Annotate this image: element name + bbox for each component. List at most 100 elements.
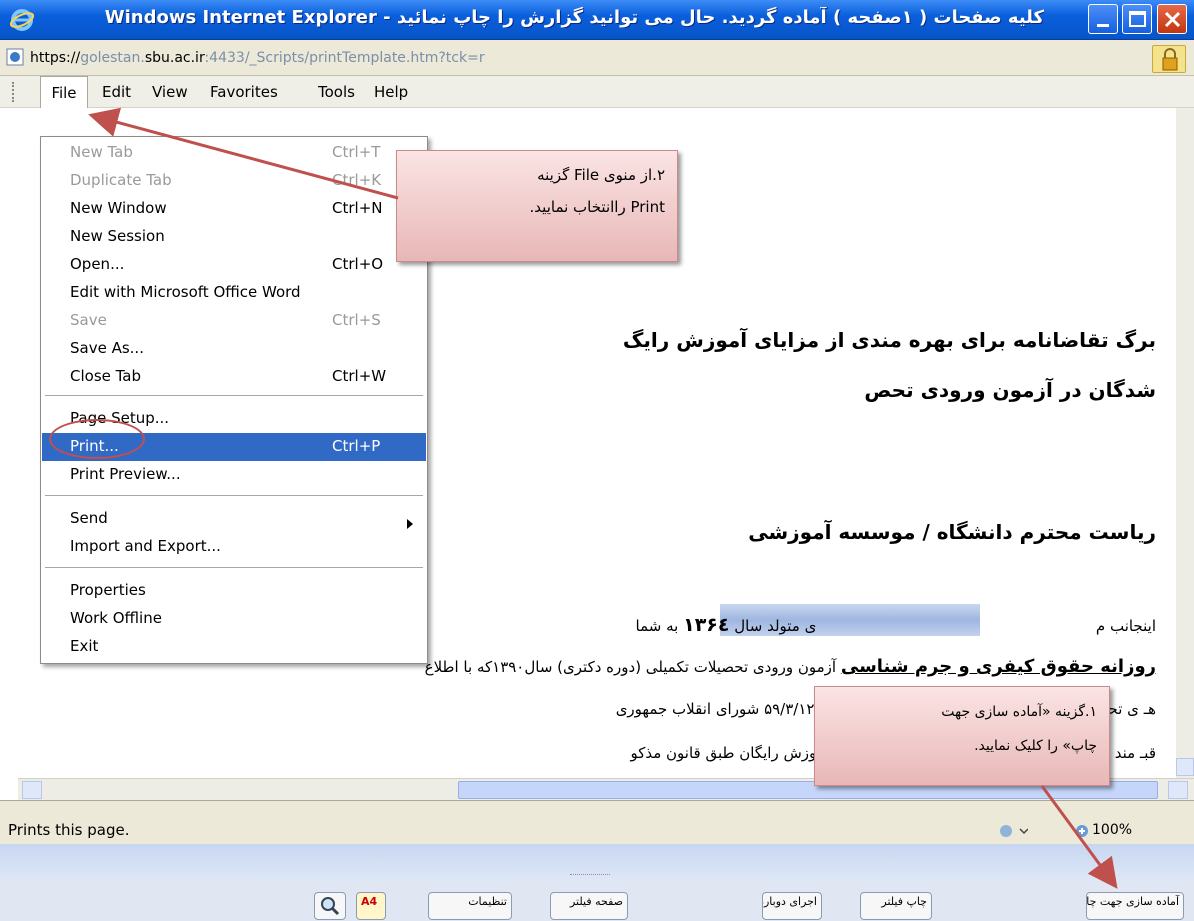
- scroll-right-button[interactable]: [1168, 781, 1188, 799]
- menu-favorites[interactable]: Favorites: [210, 76, 278, 108]
- submenu-arrow-icon: [407, 519, 413, 529]
- a4-label: A4: [361, 895, 378, 908]
- maximize-button[interactable]: [1122, 4, 1152, 34]
- file-menu-new-tab[interactable]: New Tab Ctrl+T: [42, 139, 426, 167]
- page-filter-button[interactable]: صفحه فیلتر: [550, 892, 628, 920]
- menu-edit[interactable]: Edit: [102, 76, 131, 108]
- search-button[interactable]: [314, 892, 346, 920]
- page-filter-label: صفحه فیلتر: [569, 895, 623, 908]
- menu-separator: [45, 495, 423, 496]
- menu-label: Duplicate Tab: [70, 171, 172, 189]
- file-menu-save-as[interactable]: Save As...: [42, 335, 426, 363]
- left-margin: [0, 108, 18, 798]
- prepare-print-label: آماده سازی جهت چاپ: [1086, 895, 1179, 908]
- file-menu-duplicate-tab[interactable]: Duplicate Tab Ctrl+K: [42, 167, 426, 195]
- app-toolbar: آماده سازی جهت چاپ چاپ فیلتر اجرای دوبار…: [0, 844, 1194, 921]
- menu-label: Save As...: [70, 339, 144, 357]
- close-button[interactable]: [1157, 4, 1187, 34]
- toolbar-grip[interactable]: [12, 82, 16, 102]
- menu-label: Edit with Microsoft Office Word: [70, 283, 301, 301]
- print-highlight-circle: [49, 419, 145, 459]
- file-menu-dropdown: New Tab Ctrl+T Duplicate Tab Ctrl+K New Wi…: [40, 136, 428, 664]
- url-host-prefix: golestan.: [80, 50, 145, 66]
- menu-label: Print Preview...: [70, 465, 181, 483]
- file-menu-properties[interactable]: Properties: [42, 577, 426, 605]
- magnifier-icon: [321, 897, 340, 916]
- menu-label: New Tab: [70, 143, 133, 161]
- menu-view[interactable]: View: [152, 76, 188, 108]
- menu-file[interactable]: File: [40, 76, 88, 109]
- menu-label: Close Tab: [70, 367, 142, 385]
- rerun-label: اجرای دوباره: [762, 895, 817, 908]
- menu-label: Exit: [70, 637, 99, 655]
- rerun-button[interactable]: اجرای دوباره: [762, 892, 822, 920]
- body-line-1-b: ی متولد سال: [734, 617, 817, 635]
- settings-button[interactable]: تنظیمات: [428, 892, 512, 920]
- menu-shortcut: Ctrl+N: [332, 199, 383, 217]
- minimize-button[interactable]: [1088, 4, 1118, 34]
- security-lock-button[interactable]: [1152, 45, 1186, 73]
- menu-tools[interactable]: Tools: [318, 76, 355, 108]
- menu-separator: [45, 567, 423, 568]
- maximize-icon: [1129, 11, 1146, 27]
- menu-shortcut: Ctrl+W: [332, 367, 387, 385]
- url-host: sbu.ac.ir: [144, 50, 205, 66]
- paper-size-a4-button[interactable]: A4: [356, 892, 386, 920]
- protected-mode-icon[interactable]: [998, 823, 1028, 839]
- file-menu-new-window[interactable]: New Window Ctrl+N: [42, 195, 426, 223]
- menu-label: Import and Export...: [70, 537, 221, 555]
- title-bar: کلیه صفحات ( ۱صفحه ) آماده گردید. حال می…: [0, 0, 1194, 40]
- callout-step1-line2: چاپ» را کلیک نمایید.: [974, 738, 1097, 754]
- scroll-down-button[interactable]: [1176, 758, 1194, 776]
- file-menu-exit[interactable]: Exit: [42, 633, 426, 661]
- file-menu-open[interactable]: Open... Ctrl+O: [42, 251, 426, 279]
- menu-help[interactable]: Help: [374, 76, 408, 108]
- birth-year: ۱۳۶٤: [683, 614, 730, 636]
- status-text: Prints this page.: [8, 821, 130, 839]
- menu-shortcut: Ctrl+P: [332, 437, 381, 455]
- menu-bar: File Edit View Favorites Tools Help: [0, 76, 1194, 109]
- window-title: کلیه صفحات ( ۱صفحه ) آماده گردید. حال می…: [104, 7, 1044, 28]
- file-menu-new-session[interactable]: New Session: [42, 223, 426, 251]
- body-line-1-a: اینجانب م: [1095, 617, 1156, 635]
- lock-icon: [1162, 48, 1178, 71]
- menu-label: Save: [70, 311, 107, 329]
- minimize-icon: [1097, 24, 1109, 27]
- url-path: :4433/_Scripts/printTemplate.htm?tck=r: [204, 50, 485, 66]
- menu-shortcut: Ctrl+T: [332, 143, 381, 161]
- prepare-print-button[interactable]: آماده سازی جهت چاپ: [1086, 892, 1184, 920]
- url-scheme: https://: [30, 50, 81, 66]
- file-menu-send[interactable]: Send: [42, 505, 426, 533]
- file-menu-import-export[interactable]: Import and Export...: [42, 533, 426, 561]
- body-line-2: روزانه حقوق کیفری و جرم شناسی آزمون ورود…: [425, 656, 1156, 677]
- file-menu-close-tab[interactable]: Close Tab Ctrl+W: [42, 363, 426, 391]
- document-title-line-1: برگ تقاضانامه برای بهره مندی از مزایای آ…: [622, 328, 1156, 352]
- splitter-grip[interactable]: [570, 874, 610, 884]
- close-icon: [1164, 11, 1181, 28]
- menu-label: Properties: [70, 581, 146, 599]
- file-menu-work-offline[interactable]: Work Offline: [42, 605, 426, 633]
- instruction-callout-step-2: ۲.از منوی File گزینه Print راانتخاب نمای…: [396, 150, 678, 262]
- callout-step2-line1: ۲.از منوی File گزینه: [537, 166, 665, 184]
- zoom-icon[interactable]: [1074, 823, 1090, 839]
- document-salutation: ریاست محترم دانشگاه / موسسه آموزشی: [748, 520, 1156, 544]
- scroll-left-button[interactable]: [22, 781, 42, 799]
- print-filter-button[interactable]: چاپ فیلتر: [860, 892, 932, 920]
- print-filter-label: چاپ فیلتر: [881, 895, 927, 908]
- file-menu-save[interactable]: Save Ctrl+S: [42, 307, 426, 335]
- internet-explorer-icon: [10, 9, 34, 31]
- document-title-line-2: شدگان در آزمون ورودی تحص: [864, 378, 1156, 402]
- body-line-2-bold: روزانه حقوق کیفری و جرم شناسی: [840, 656, 1156, 677]
- file-menu-edit-with-word[interactable]: Edit with Microsoft Office Word: [42, 279, 426, 307]
- body-line-1: اینجانب م ی متولد سال ۱۳۶٤ به شما: [636, 614, 1156, 636]
- menu-label: Send: [70, 509, 108, 527]
- zoom-level[interactable]: 100%: [1092, 822, 1132, 838]
- menu-shortcut: Ctrl+S: [332, 311, 381, 329]
- vertical-scrollbar[interactable]: [1176, 108, 1194, 778]
- status-bar: Prints this page. 100%: [0, 800, 1194, 844]
- body-line-1-c: به شما: [635, 617, 679, 635]
- address-field[interactable]: https://golestan.sbu.ac.ir:4433/_Scripts…: [30, 45, 1120, 71]
- menu-label: Open...: [70, 255, 125, 273]
- menu-label: New Session: [70, 227, 165, 245]
- file-menu-print-preview[interactable]: Print Preview...: [42, 461, 426, 489]
